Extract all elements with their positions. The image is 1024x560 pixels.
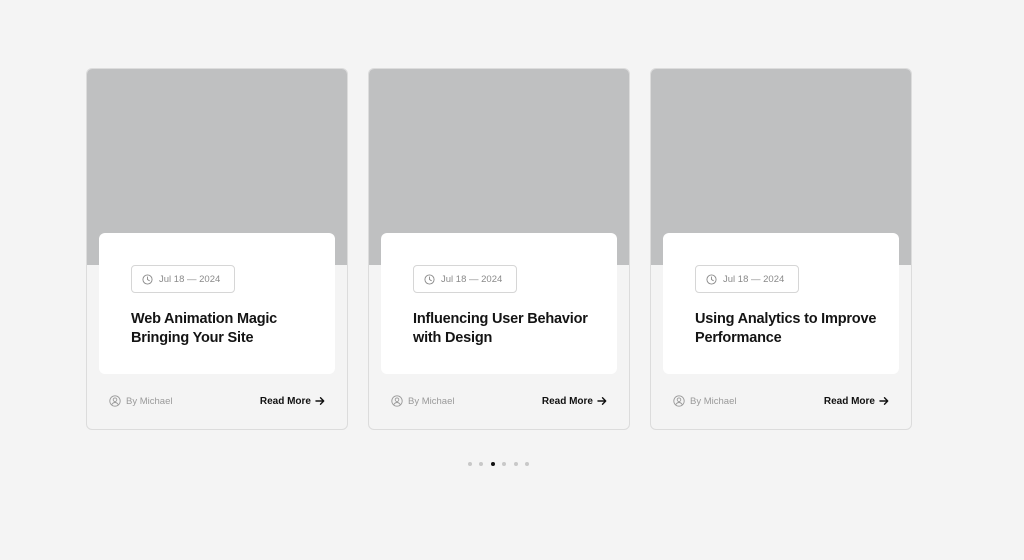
read-more-label: Read More (823, 395, 875, 407)
pagination-dot[interactable] (525, 462, 530, 466)
pagination-dots (0, 462, 997, 466)
post-date: Jul 18 — 2024 (723, 273, 785, 285)
post-title[interactable]: Using Analytics to Improve Performance (695, 310, 885, 347)
card-body: Jul 18 — 2024 Influencing User Behavior … (381, 233, 617, 374)
author: By Michael (673, 395, 736, 407)
arrow-right-icon (597, 396, 607, 406)
clock-icon (706, 273, 717, 285)
pagination-dot-active[interactable] (490, 462, 495, 466)
user-circle-icon (391, 395, 403, 407)
pagination-dot[interactable] (467, 462, 472, 466)
read-more-label: Read More (541, 395, 593, 407)
card-body: Jul 18 — 2024 Web Animation Magic Bringi… (99, 233, 335, 374)
blog-carousel: Jul 18 — 2024 Web Animation Magic Bringi… (86, 68, 912, 430)
pagination-dot[interactable] (513, 462, 518, 466)
arrow-right-icon (879, 396, 889, 406)
post-date: Jul 18 — 2024 (441, 273, 503, 285)
read-more-link[interactable]: Read More (824, 396, 889, 407)
blog-card[interactable]: Jul 18 — 2024 Using Analytics to Improve… (650, 68, 912, 430)
date-badge: Jul 18 — 2024 (695, 265, 800, 293)
card-footer: By Michael Read More (673, 395, 889, 407)
author-name: By Michael (690, 395, 737, 407)
blog-card[interactable]: Jul 18 — 2024 Influencing User Behavior … (368, 68, 630, 430)
author: By Michael (391, 395, 454, 407)
user-circle-icon (109, 395, 121, 407)
pagination-dot[interactable] (479, 462, 484, 466)
author-name: By Michael (126, 395, 173, 407)
card-footer: By Michael Read More (391, 395, 607, 407)
pagination-dot[interactable] (502, 462, 507, 466)
author: By Michael (109, 395, 172, 407)
user-circle-icon (673, 395, 685, 407)
post-title[interactable]: Web Animation Magic Bringing Your Site (131, 310, 321, 347)
clock-icon (424, 273, 435, 285)
arrow-right-icon (315, 396, 325, 406)
post-date: Jul 18 — 2024 (159, 273, 221, 285)
read-more-link[interactable]: Read More (542, 396, 607, 407)
read-more-label: Read More (259, 395, 311, 407)
author-name: By Michael (408, 395, 455, 407)
card-body: Jul 18 — 2024 Using Analytics to Improve… (663, 233, 899, 374)
date-badge: Jul 18 — 2024 (131, 265, 236, 293)
read-more-link[interactable]: Read More (260, 396, 325, 407)
post-title[interactable]: Influencing User Behavior with Design (413, 310, 603, 347)
blog-card[interactable]: Jul 18 — 2024 Web Animation Magic Bringi… (86, 68, 348, 430)
card-footer: By Michael Read More (109, 395, 325, 407)
clock-icon (142, 273, 153, 285)
date-badge: Jul 18 — 2024 (413, 265, 518, 293)
